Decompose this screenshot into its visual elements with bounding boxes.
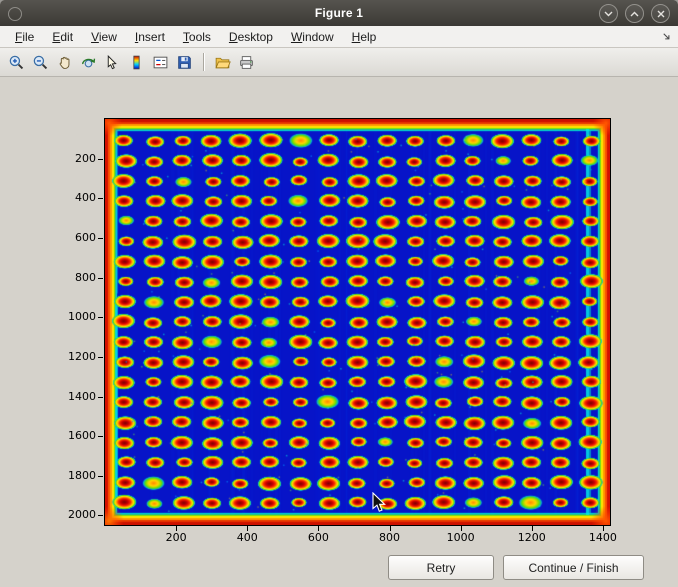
open-folder-icon [214, 54, 231, 71]
x-tick-label: 1000 [441, 531, 481, 545]
y-tick-label: 400 [54, 191, 96, 205]
chevron-up-icon [630, 11, 639, 17]
x-tick-mark [532, 526, 533, 531]
y-tick-mark [98, 278, 103, 279]
zoom-out-button[interactable] [29, 51, 51, 73]
chevron-down-icon [604, 11, 613, 17]
zoom-out-icon [32, 54, 49, 71]
save-figure-button[interactable] [173, 51, 195, 73]
zoom-in-button[interactable] [5, 51, 27, 73]
y-tick-mark [98, 238, 103, 239]
x-tick-mark [461, 526, 462, 531]
menu-help[interactable]: Help [343, 27, 386, 47]
insert-legend-button[interactable] [149, 51, 171, 73]
menubar: File Edit View Insert Tools Desktop Wind… [0, 26, 678, 48]
menu-edit[interactable]: Edit [43, 27, 82, 47]
y-tick-label: 600 [54, 231, 96, 245]
y-tick-mark [98, 317, 103, 318]
figure-window: Figure 1 File Edit View Insert Tools Des… [0, 0, 678, 587]
microarray-scan-image[interactable] [105, 119, 610, 525]
open-file-button[interactable] [211, 51, 233, 73]
colorbar-icon [128, 54, 145, 71]
close-button[interactable] [651, 4, 670, 23]
x-tick-label: 600 [298, 531, 338, 545]
edit-plot-button[interactable] [101, 51, 123, 73]
y-tick-mark [98, 476, 103, 477]
y-tick-label: 200 [54, 152, 96, 166]
y-tick-mark [98, 515, 103, 516]
zoom-in-icon [8, 54, 25, 71]
minimize-button[interactable] [599, 4, 618, 23]
y-tick-mark [98, 397, 103, 398]
x-tick-mark [247, 526, 248, 531]
menu-insert[interactable]: Insert [126, 27, 174, 47]
x-tick-mark [390, 526, 391, 531]
figure-toolbar [0, 48, 678, 77]
pan-button[interactable] [53, 51, 75, 73]
y-tick-label: 1800 [54, 469, 96, 483]
continue-finish-button[interactable]: Continue / Finish [503, 555, 644, 580]
y-tick-label: 1600 [54, 429, 96, 443]
y-tick-mark [98, 357, 103, 358]
menu-file[interactable]: File [6, 27, 43, 47]
toolbar-separator [203, 53, 205, 71]
insert-colorbar-button[interactable] [125, 51, 147, 73]
x-tick-mark [603, 526, 604, 531]
rotate-3d-icon [80, 54, 97, 71]
menu-desktop[interactable]: Desktop [220, 27, 282, 47]
edit-plot-arrow-icon [104, 54, 121, 71]
maximize-button[interactable] [625, 4, 644, 23]
y-tick-label: 2000 [54, 508, 96, 522]
pan-hand-icon [56, 54, 73, 71]
window-title: Figure 1 [0, 6, 678, 20]
x-tick-label: 400 [227, 531, 267, 545]
y-tick-mark [98, 159, 103, 160]
y-tick-label: 1200 [54, 350, 96, 364]
close-icon [657, 10, 665, 18]
printer-icon [238, 54, 255, 71]
x-tick-mark [318, 526, 319, 531]
dock-figure-icon[interactable] [661, 31, 672, 45]
x-tick-label: 1400 [583, 531, 623, 545]
y-tick-label: 800 [54, 271, 96, 285]
menu-tools[interactable]: Tools [174, 27, 220, 47]
save-floppy-icon [176, 54, 193, 71]
x-tick-label: 1200 [512, 531, 552, 545]
x-tick-label: 200 [156, 531, 196, 545]
print-button[interactable] [235, 51, 257, 73]
rotate-3d-button[interactable] [77, 51, 99, 73]
y-tick-mark [98, 198, 103, 199]
x-tick-mark [176, 526, 177, 531]
legend-icon [152, 54, 169, 71]
y-tick-mark [98, 436, 103, 437]
x-tick-label: 800 [370, 531, 410, 545]
menu-view[interactable]: View [82, 27, 126, 47]
menu-window[interactable]: Window [282, 27, 343, 47]
titlebar: Figure 1 [0, 0, 678, 26]
y-tick-label: 1000 [54, 310, 96, 324]
axes-plot-area[interactable] [104, 118, 611, 526]
y-tick-label: 1400 [54, 390, 96, 404]
retry-button[interactable]: Retry [388, 555, 494, 580]
